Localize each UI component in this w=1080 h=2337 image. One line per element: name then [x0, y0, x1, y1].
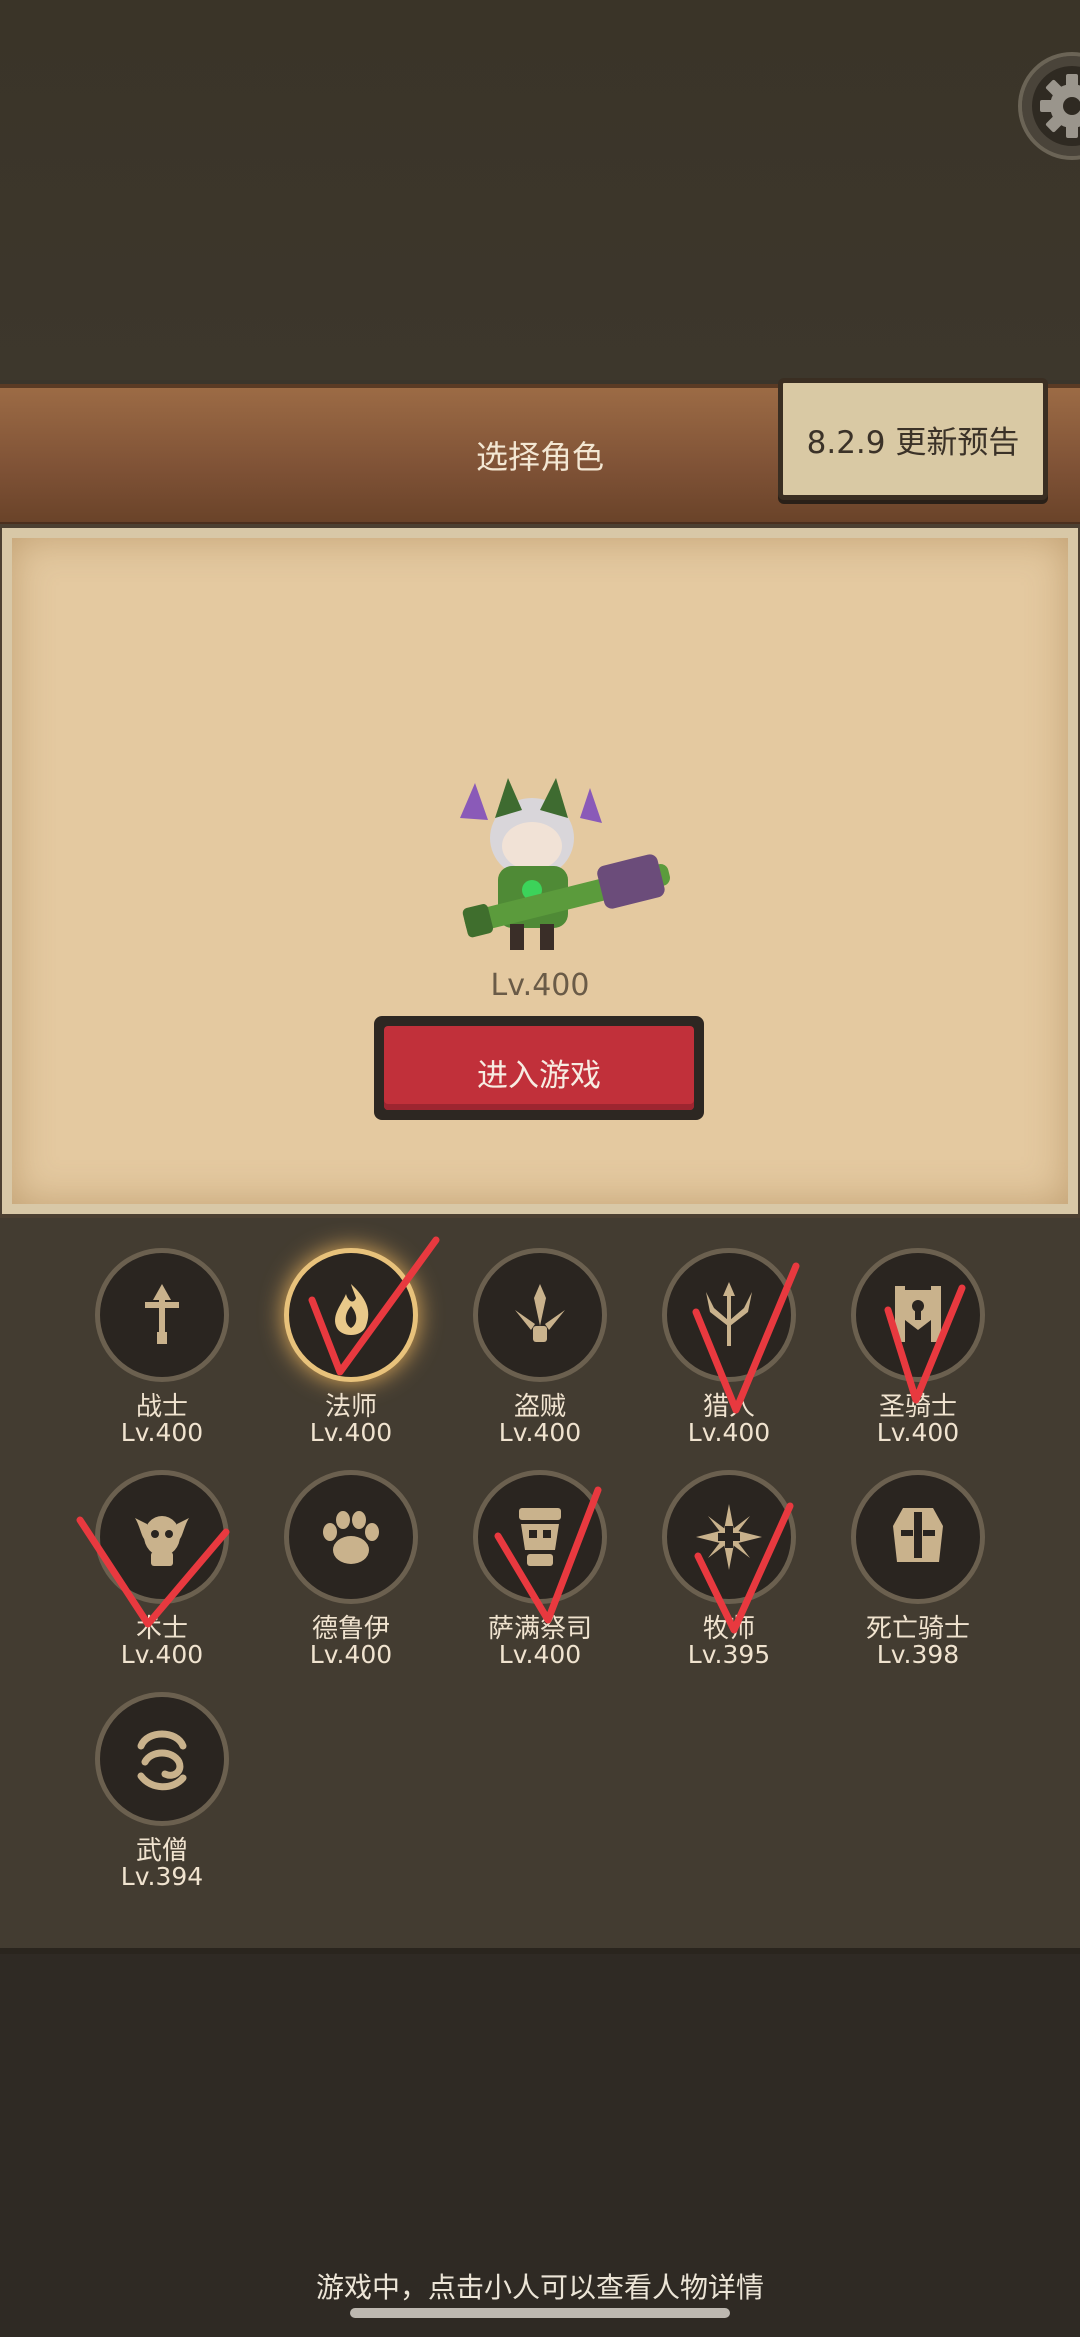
class-icon-frame [473, 1470, 607, 1604]
warrior-sword-icon [145, 1284, 179, 1344]
update-preview-label: 8.2.9 更新预告 [806, 425, 1020, 461]
class-hunter[interactable]: 猎人 Lv.400 [619, 1232, 809, 1447]
class-warrior[interactable]: 战士 Lv.400 [52, 1232, 242, 1447]
class-icon-frame [662, 1248, 796, 1382]
warlock-skull-icon [135, 1516, 189, 1566]
class-level: Lv.394 [120, 1862, 204, 1891]
class-level: Lv.400 [498, 1418, 582, 1447]
class-level: Lv.395 [687, 1640, 771, 1669]
class-priest[interactable]: 牧师 Lv.395 [619, 1454, 809, 1669]
top-area [0, 0, 1080, 380]
class-warlock[interactable]: 术士 Lv.400 [52, 1454, 242, 1669]
priest-star-icon [696, 1504, 762, 1570]
hero-level: Lv.400 [490, 968, 590, 1003]
shaman-totem-icon [519, 1508, 561, 1566]
class-icon-frame [95, 1470, 229, 1604]
class-level: Lv.400 [309, 1640, 393, 1669]
class-level: Lv.400 [120, 1640, 204, 1669]
class-level: Lv.400 [309, 1418, 393, 1447]
enter-game-button[interactable]: 进入游戏 [374, 1016, 704, 1120]
class-level: Lv.400 [687, 1418, 771, 1447]
class-paladin[interactable]: 圣骑士 Lv.400 [808, 1232, 998, 1447]
class-death-knight[interactable]: 死亡骑士 Lv.398 [808, 1454, 998, 1669]
paladin-banner-icon [895, 1286, 941, 1342]
hint-text: 游戏中，点击小人可以查看人物详情 [315, 2271, 764, 2304]
gear-icon [1040, 74, 1080, 138]
class-icon-frame [95, 1248, 229, 1382]
class-level: Lv.400 [498, 1640, 582, 1669]
class-level: Lv.398 [876, 1640, 960, 1669]
class-icon-frame [851, 1248, 985, 1382]
class-icon-frame-selected [284, 1248, 418, 1382]
class-level: Lv.400 [876, 1418, 960, 1447]
hero-character-sprite[interactable] [440, 768, 690, 968]
druid-paw-icon [323, 1511, 379, 1564]
class-icon-frame [473, 1248, 607, 1382]
hunter-trident-icon [706, 1282, 752, 1346]
class-monk[interactable]: 武僧 Lv.394 [52, 1676, 242, 1891]
mage-flame-icon [335, 1284, 369, 1335]
class-mage[interactable]: 法师 Lv.400 [241, 1232, 431, 1447]
class-rogue[interactable]: 盗贼 Lv.400 [430, 1232, 620, 1447]
rogue-daggers-icon [515, 1284, 565, 1342]
class-icon-frame [284, 1470, 418, 1604]
monk-swirl-icon [137, 1730, 187, 1791]
class-level: Lv.400 [120, 1418, 204, 1447]
enter-game-label: 进入游戏 [477, 1058, 601, 1094]
class-icon-frame [851, 1470, 985, 1604]
class-icon-frame [662, 1470, 796, 1604]
class-grid: 战士 Lv.400 法师 Lv.400 盗贼 Lv.400 猎人 Lv.400 … [0, 1218, 1080, 1954]
class-icon-frame [95, 1692, 229, 1826]
class-shaman[interactable]: 萨满祭司 Lv.400 [430, 1454, 620, 1669]
class-druid[interactable]: 德鲁伊 Lv.400 [241, 1454, 431, 1669]
death-knight-helm-icon [893, 1508, 943, 1562]
update-preview-button[interactable]: 8.2.9 更新预告 [778, 378, 1048, 500]
home-indicator[interactable] [350, 2308, 730, 2318]
